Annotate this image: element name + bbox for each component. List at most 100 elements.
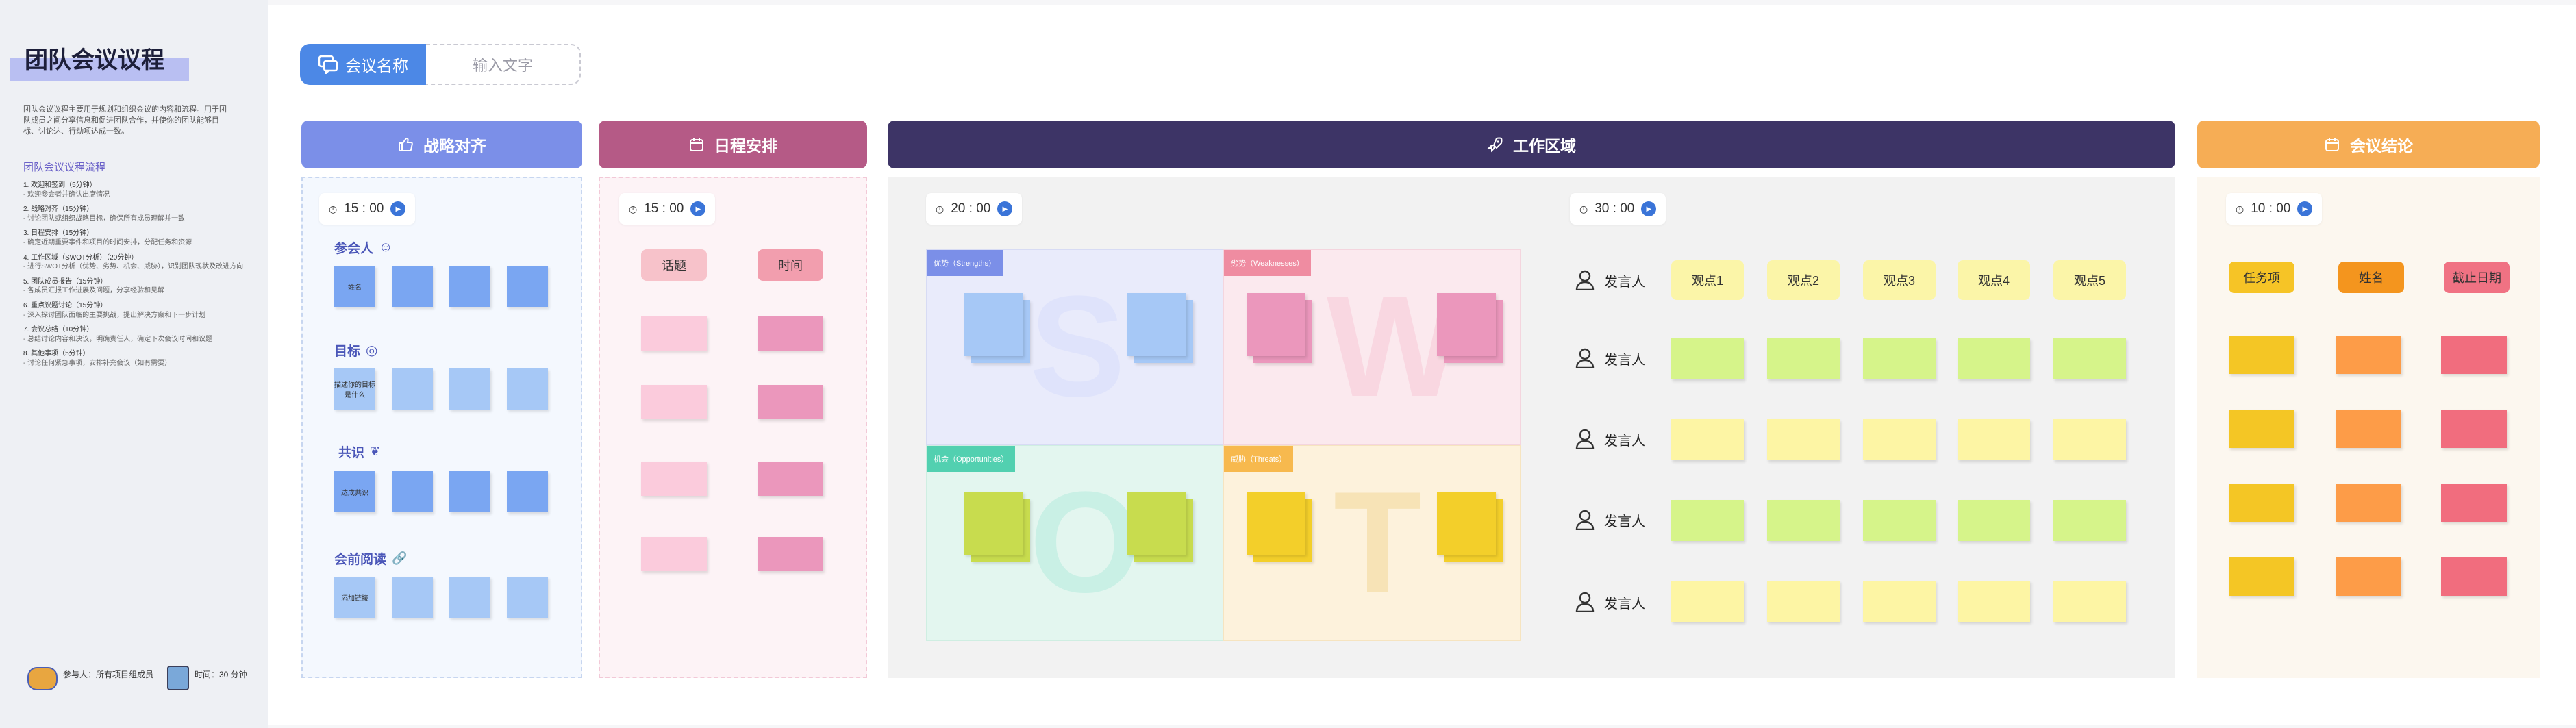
meeting-name-input[interactable]: 输入文字 (426, 44, 581, 85)
sticky-note[interactable] (2336, 410, 2401, 448)
sticky-note[interactable] (641, 385, 707, 419)
views-timer[interactable]: ◷ 30 : 00 ▶ (1570, 193, 1666, 225)
sticky-note[interactable] (2336, 557, 2401, 596)
sticky-note[interactable] (1863, 338, 1936, 379)
sticky-note[interactable] (2441, 557, 2507, 596)
step-title: 8. 其他事项（5分钟） (23, 350, 90, 358)
quad-label: 优势（Strengths） (927, 250, 1003, 276)
sticky-note[interactable]: 添加链接 (334, 577, 375, 618)
step-title: 2. 战略对齐（15分钟） (23, 205, 94, 214)
sticky-note[interactable] (1958, 581, 2030, 622)
sticky-note[interactable]: 姓名 (334, 266, 375, 307)
sticky-note[interactable] (2053, 338, 2126, 379)
sticky-note[interactable] (1437, 293, 1496, 356)
sticky-note[interactable] (1767, 338, 1840, 379)
view-header: 观点1 (1671, 260, 1744, 300)
sticky-note[interactable] (964, 293, 1023, 356)
sticky-note[interactable] (2229, 410, 2294, 448)
sticky-note[interactable] (2336, 336, 2401, 374)
play-icon[interactable]: ▶ (690, 201, 706, 216)
play-icon[interactable]: ▶ (997, 201, 1013, 216)
sticky-note[interactable] (2053, 581, 2126, 622)
sticky-note[interactable] (2229, 336, 2294, 374)
sticky-note[interactable] (1863, 419, 1936, 460)
sticky-note[interactable] (2441, 410, 2507, 448)
step-sub: - 讨论任何紧急事项，安排补充会议（如有需要） (23, 359, 172, 367)
sticky-note[interactable] (641, 537, 707, 571)
sticky-note[interactable] (2229, 484, 2294, 522)
swot-timer[interactable]: ◷ 20 : 00 ▶ (926, 193, 1023, 225)
agenda-step: 4. 工作区域（SWOT分析）（20分钟） - 进行SWOT分析（优势、劣势、机会… (23, 253, 249, 272)
sticky-note[interactable] (2053, 419, 2126, 460)
sticky-note[interactable] (507, 471, 548, 512)
sticky-note[interactable] (1247, 293, 1305, 356)
sticky-note[interactable] (1671, 419, 1744, 460)
section-consensus: 共识 ❦ (338, 442, 380, 461)
description: 团队会议议程主要用于规划和组织会议的内容和流程。用于团队成员之间分享信息和促进团… (23, 105, 227, 136)
sticky-note[interactable] (2229, 557, 2294, 596)
section-goal: 目标 ◎ (334, 341, 377, 360)
sticky-note[interactable] (1767, 581, 1840, 622)
sticky-note[interactable] (449, 577, 490, 618)
sticky-note[interactable] (758, 462, 823, 496)
stopwatch-icon: ◷ (2236, 203, 2244, 214)
sticky-note[interactable] (449, 368, 490, 410)
sticky-note[interactable] (2336, 484, 2401, 522)
sticky-note[interactable]: 达成共识 (334, 471, 375, 512)
play-icon[interactable]: ▶ (2297, 201, 2313, 216)
sticky-note[interactable] (964, 492, 1023, 555)
sticky-note[interactable] (1671, 500, 1744, 541)
sticky-note[interactable] (1671, 338, 1744, 379)
sticky-note[interactable] (1127, 492, 1186, 555)
meeting-name-text: 会议名称 (345, 57, 408, 75)
handshake-icon: ❦ (370, 444, 381, 458)
strategy-timer[interactable]: ◷ 15 : 00 ▶ (319, 193, 416, 225)
sticky-note[interactable] (758, 385, 823, 419)
timer-value: 10 : 00 (2251, 201, 2291, 216)
sticky-note[interactable] (392, 577, 433, 618)
sticky-note[interactable] (1247, 492, 1305, 555)
sticky-note[interactable] (392, 471, 433, 512)
sticky-note[interactable] (758, 316, 823, 351)
sticky-note[interactable] (392, 368, 433, 410)
sticky-note[interactable] (449, 266, 490, 307)
schedule-timer[interactable]: ◷ 15 : 00 ▶ (619, 193, 716, 225)
sticky-note[interactable] (1863, 500, 1936, 541)
sticky-note[interactable] (449, 471, 490, 512)
sticky-note[interactable] (1958, 500, 2030, 541)
speaker-label: 发言人 (1604, 274, 1645, 290)
sticky-note[interactable] (507, 577, 548, 618)
sticky-note[interactable]: 描述你的目标是什么 (334, 368, 375, 410)
schedule-panel (599, 177, 867, 678)
sticky-note[interactable] (641, 316, 707, 351)
participants-icon (27, 667, 58, 690)
sticky-note[interactable] (2441, 336, 2507, 374)
sticky-note[interactable] (1671, 581, 1744, 622)
task-header: 任务项 (2229, 262, 2294, 293)
play-icon[interactable]: ▶ (390, 201, 406, 216)
sticky-note[interactable] (2053, 500, 2126, 541)
speaker-row: 发言人 (1575, 592, 1645, 612)
timer-value: 20 : 00 (951, 201, 991, 216)
sticky-note[interactable] (1958, 419, 2030, 460)
sticky-note[interactable] (1767, 500, 1840, 541)
sticky-note[interactable] (507, 368, 548, 410)
sticky-note[interactable] (392, 266, 433, 307)
person-icon (1575, 270, 1595, 290)
step-sub: - 深入探讨团队面临的主要挑战，提出解决方案和下一步计划 (23, 311, 206, 319)
play-icon[interactable]: ▶ (1641, 201, 1657, 216)
sticky-note[interactable] (1127, 293, 1186, 356)
agenda-step: 7. 会议总结（10分钟） - 总结讨论内容和决议，明确责任人，确定下次会议时间和… (23, 325, 249, 344)
speaker-row: 发言人 (1575, 270, 1645, 290)
quad-label: 劣势（Weaknesses） (1224, 250, 1311, 276)
sticky-note[interactable] (1437, 492, 1496, 555)
sticky-note[interactable] (1958, 338, 2030, 379)
sticky-note[interactable] (1863, 581, 1936, 622)
sticky-note[interactable] (2441, 484, 2507, 522)
sticky-note[interactable] (758, 537, 823, 571)
conclusion-timer[interactable]: ◷ 10 : 00 ▶ (2226, 193, 2323, 225)
sticky-note[interactable] (641, 462, 707, 496)
sticky-note[interactable] (1767, 419, 1840, 460)
sticky-note[interactable] (507, 266, 548, 307)
step-sub: - 欢迎参会者并确认出席情况 (23, 190, 110, 199)
